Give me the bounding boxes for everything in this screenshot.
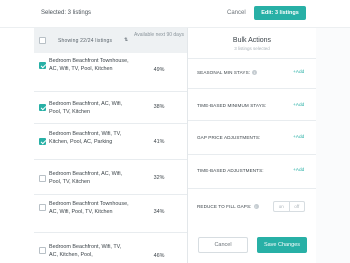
reduce-to-fill-gaps-label: REDUCE TO FILL GAPS: i [197,204,259,210]
listing-name: Bedroom Beachfront, AC, Wifi, Pool, TV, … [49,101,123,115]
toggle-on-option[interactable]: on [274,202,290,211]
list-header: Showing 22/24 listings ⇅ Available next … [34,28,187,53]
toggle-off-option[interactable]: off [290,202,305,211]
listing-name: Bedroom Beachfront, Wifi, TV, Kitchen, P… [49,131,122,145]
divider [188,88,316,89]
listing-checkbox[interactable] [39,247,46,254]
right-gutter [316,28,350,263]
reduce-gaps-toggle[interactable]: on off [273,201,305,212]
bulk-actions-panel: Bulk Actions 3 listings selected SEASONA… [188,28,316,263]
add-seasonal-min-stays-button[interactable]: +Add [293,70,304,75]
showing-count: Showing 22/24 listings [58,38,113,44]
listing-row[interactable]: Bedroom Beachfront, Wifi, TV, AC, Kitche… [34,233,187,263]
add-time-based-min-stays-button[interactable]: +Add [293,103,304,108]
listing-row[interactable]: Bedroom Beachfront Townhouse, AC, Wifi, … [34,195,187,233]
listing-name: Bedroom Beachfront, Wifi, TV, AC, Kitche… [49,244,122,258]
listing-name: Bedroom Beachfront Townhouse, AC, Wifi, … [49,58,129,72]
divider [188,58,316,59]
divider [188,188,316,189]
listing-row[interactable]: Bedroom Beachfront, AC, Wifi, Pool, TV, … [34,160,187,195]
listing-list: Showing 22/24 listings ⇅ Available next … [34,28,188,263]
cancel-link[interactable]: Cancel [227,10,246,16]
listing-name: Bedroom Beachfront Townhouse, AC, Wifi, … [49,201,129,215]
listing-checkbox[interactable] [39,104,46,111]
listing-checkbox[interactable] [39,175,46,182]
gap-price-adjustments-label: GAP PRICE ADJUSTMENTS: [197,135,261,140]
bulk-actions-subtitle: 3 listings selected [234,46,270,51]
listing-availability: 34% [153,209,165,215]
selected-count: Selected: 3 listings [41,10,92,16]
cancel-button[interactable]: Cancel [198,237,248,253]
listing-availability: 49% [153,67,165,73]
listing-row[interactable]: Bedroom Beachfront Townhouse, AC, Wifi, … [34,53,187,92]
listing-availability: 41% [153,139,165,145]
listing-checkbox[interactable] [39,204,46,211]
divider [188,154,316,155]
available-column-header: Available next 90 days [134,32,184,38]
bulk-actions-title: Bulk Actions [232,37,272,44]
divider [188,120,316,121]
listing-checkbox[interactable] [39,62,46,69]
listing-name: Bedroom Beachfront, AC, Wifi, Pool, TV, … [49,171,123,185]
listing-availability: 32% [153,175,165,181]
add-gap-price-adjustment-button[interactable]: +Add [293,135,304,140]
listing-availability: 46% [153,253,165,259]
add-time-based-adjustment-button[interactable]: +Add [293,168,304,173]
top-bar: Selected: 3 listings Cancel Edit: 3 list… [0,0,350,28]
edit-listings-button[interactable]: Edit: 3 listings [254,6,306,20]
listing-availability: 38% [153,104,165,110]
time-based-adjustments-label: TIME-BASED ADJUSTMENTS: [197,168,264,173]
listing-row[interactable]: Bedroom Beachfront, AC, Wifi, Pool, TV, … [34,92,187,124]
info-icon[interactable]: i [253,204,259,210]
select-all-checkbox[interactable] [39,37,46,44]
info-icon[interactable]: i [252,70,258,76]
listing-checkbox[interactable] [39,138,46,145]
sort-icon[interactable]: ⇅ [124,37,128,43]
seasonal-min-stays-label: SEASONAL MIN STAYS: i [197,70,258,76]
save-changes-button[interactable]: Save Changes [257,237,307,253]
time-based-min-stays-label: TIME-BASED MINIMUM STAYS: [197,103,267,108]
listing-row[interactable]: Bedroom Beachfront, Wifi, TV, Kitchen, P… [34,124,187,160]
